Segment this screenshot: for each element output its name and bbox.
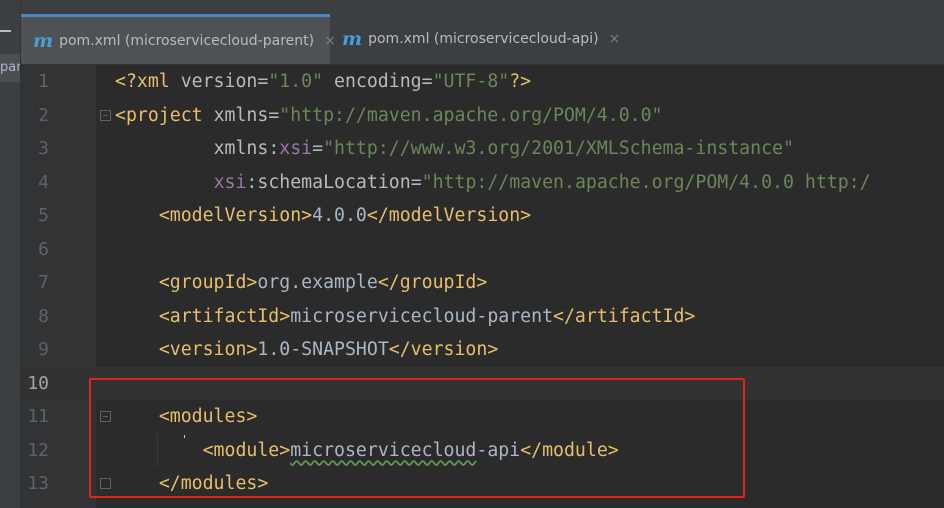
tab-label: pom.xml (microservicecloud-api) [368, 31, 599, 47]
fold-collapse-icon[interactable] [100, 110, 111, 121]
code-token: 4.0.0 [312, 205, 367, 226]
minimize-dash-icon[interactable] [0, 30, 11, 32]
code-token: org.example [257, 272, 378, 293]
line-number: 3 [38, 138, 49, 159]
code-line[interactable]: 6 [21, 233, 944, 267]
code-text[interactable]: <modelVersion>4.0.0</modelVersion> [115, 199, 531, 233]
code-token: <modelVersion> [158, 205, 313, 226]
line-number: 12 [27, 439, 49, 461]
code-token: = [421, 71, 433, 92]
code-text[interactable]: xmlns:xsi="http://www.w3.org/2001/XMLSch… [115, 132, 794, 166]
line-number: 2 [38, 104, 49, 126]
code-token: </groupId> [377, 272, 488, 293]
code-token: <groupId> [158, 272, 258, 293]
indent-guide [157, 434, 158, 467]
code-token: "http://maven.apache.org/POM/4.0.0" [279, 104, 663, 126]
code-token: 1.0-SNAPSHOT [257, 339, 389, 360]
code-line[interactable]: 4 xsi:schemaLocation="http://maven.apach… [21, 166, 944, 200]
code-line[interactable]: 5 <modelVersion>4.0.0</modelVersion> [21, 199, 944, 233]
code-token: = [257, 71, 269, 92]
project-panel-label[interactable]: par [0, 54, 20, 82]
modules-highlight-annotation [89, 378, 745, 498]
code-line[interactable]: 7 <groupId>org.example</groupId> [21, 266, 944, 300]
line-number: 11 [27, 406, 49, 427]
code-token: "1.0" [268, 71, 324, 92]
code-text[interactable]: <project xmlns="http://maven.apache.org/… [115, 99, 663, 133]
line-number: 13 [27, 473, 49, 494]
code-token: microservicecloud-parent [290, 305, 554, 327]
code-token: <version> [158, 339, 258, 360]
code-token: = [312, 138, 324, 159]
code-token: "UTF-8" [432, 71, 510, 92]
code-token: </version> [388, 339, 499, 360]
editor-tab-bar: m pom.xml (microservicecloud-parent) × m… [21, 0, 944, 65]
code-text[interactable]: <artifactId>microservicecloud-parent</ar… [115, 300, 696, 334]
code-token: </artifactId> [553, 305, 696, 327]
code-token: encoding [323, 71, 422, 92]
code-token: = [268, 104, 280, 126]
code-token: version [180, 71, 258, 92]
code-line[interactable]: 3 xmlns:xsi="http://www.w3.org/2001/XMLS… [21, 132, 944, 166]
code-token: <artifactId> [158, 305, 291, 327]
line-number: 6 [38, 238, 49, 260]
code-token: xsi [213, 171, 247, 193]
code-token: </modelVersion> [366, 205, 532, 226]
line-number: 8 [38, 305, 49, 327]
code-line[interactable]: 8 <artifactId>microservicecloud-parent</… [21, 300, 944, 334]
code-token: "http://www.w3.org/2001/XMLSchema-instan… [323, 138, 794, 159]
code-text[interactable]: <version>1.0-SNAPSHOT</version> [115, 333, 498, 367]
tab-pom-api[interactable]: m pom.xml (microservicecloud-api) × [330, 14, 630, 64]
code-token: <?xml [115, 71, 181, 92]
code-token: <project [115, 104, 214, 126]
code-token: : [268, 138, 280, 159]
tab-label: pom.xml (microservicecloud-parent) [59, 32, 315, 49]
line-number: 5 [38, 205, 49, 226]
project-panel-strip[interactable]: par [0, 0, 21, 508]
line-number: 7 [38, 272, 49, 293]
code-token: xmlns [213, 138, 269, 159]
tab-pom-parent[interactable]: m pom.xml (microservicecloud-parent) × [21, 14, 336, 64]
code-line[interactable]: 1 <?xml version="1.0" encoding="UTF-8"?> [21, 65, 944, 99]
code-token: xsi [279, 138, 313, 159]
close-icon[interactable]: × [609, 31, 621, 47]
code-token: : [246, 171, 258, 193]
code-token: schemaLocation [257, 171, 411, 193]
line-number: 10 [27, 372, 49, 394]
code-line[interactable]: 9 <version>1.0-SNAPSHOT</version> [21, 333, 944, 367]
line-number: 9 [38, 339, 49, 360]
code-text[interactable]: <?xml version="1.0" encoding="UTF-8"?> [115, 65, 531, 99]
maven-m-icon: m [342, 28, 363, 50]
code-line[interactable]: 2 <project xmlns="http://maven.apache.org… [21, 99, 944, 133]
line-number: 1 [38, 71, 49, 92]
maven-m-icon: m [33, 29, 54, 52]
code-text[interactable]: <groupId>org.example</groupId> [115, 266, 488, 300]
code-token: ?> [509, 71, 532, 92]
line-number: 4 [38, 171, 49, 193]
code-token: = [410, 171, 422, 193]
code-token: "http://maven.apache.org/POM/4.0.0 http:… [421, 171, 871, 193]
code-text[interactable]: xsi:schemaLocation="http://maven.apache.… [115, 166, 871, 200]
code-token: xmlns [213, 104, 269, 126]
